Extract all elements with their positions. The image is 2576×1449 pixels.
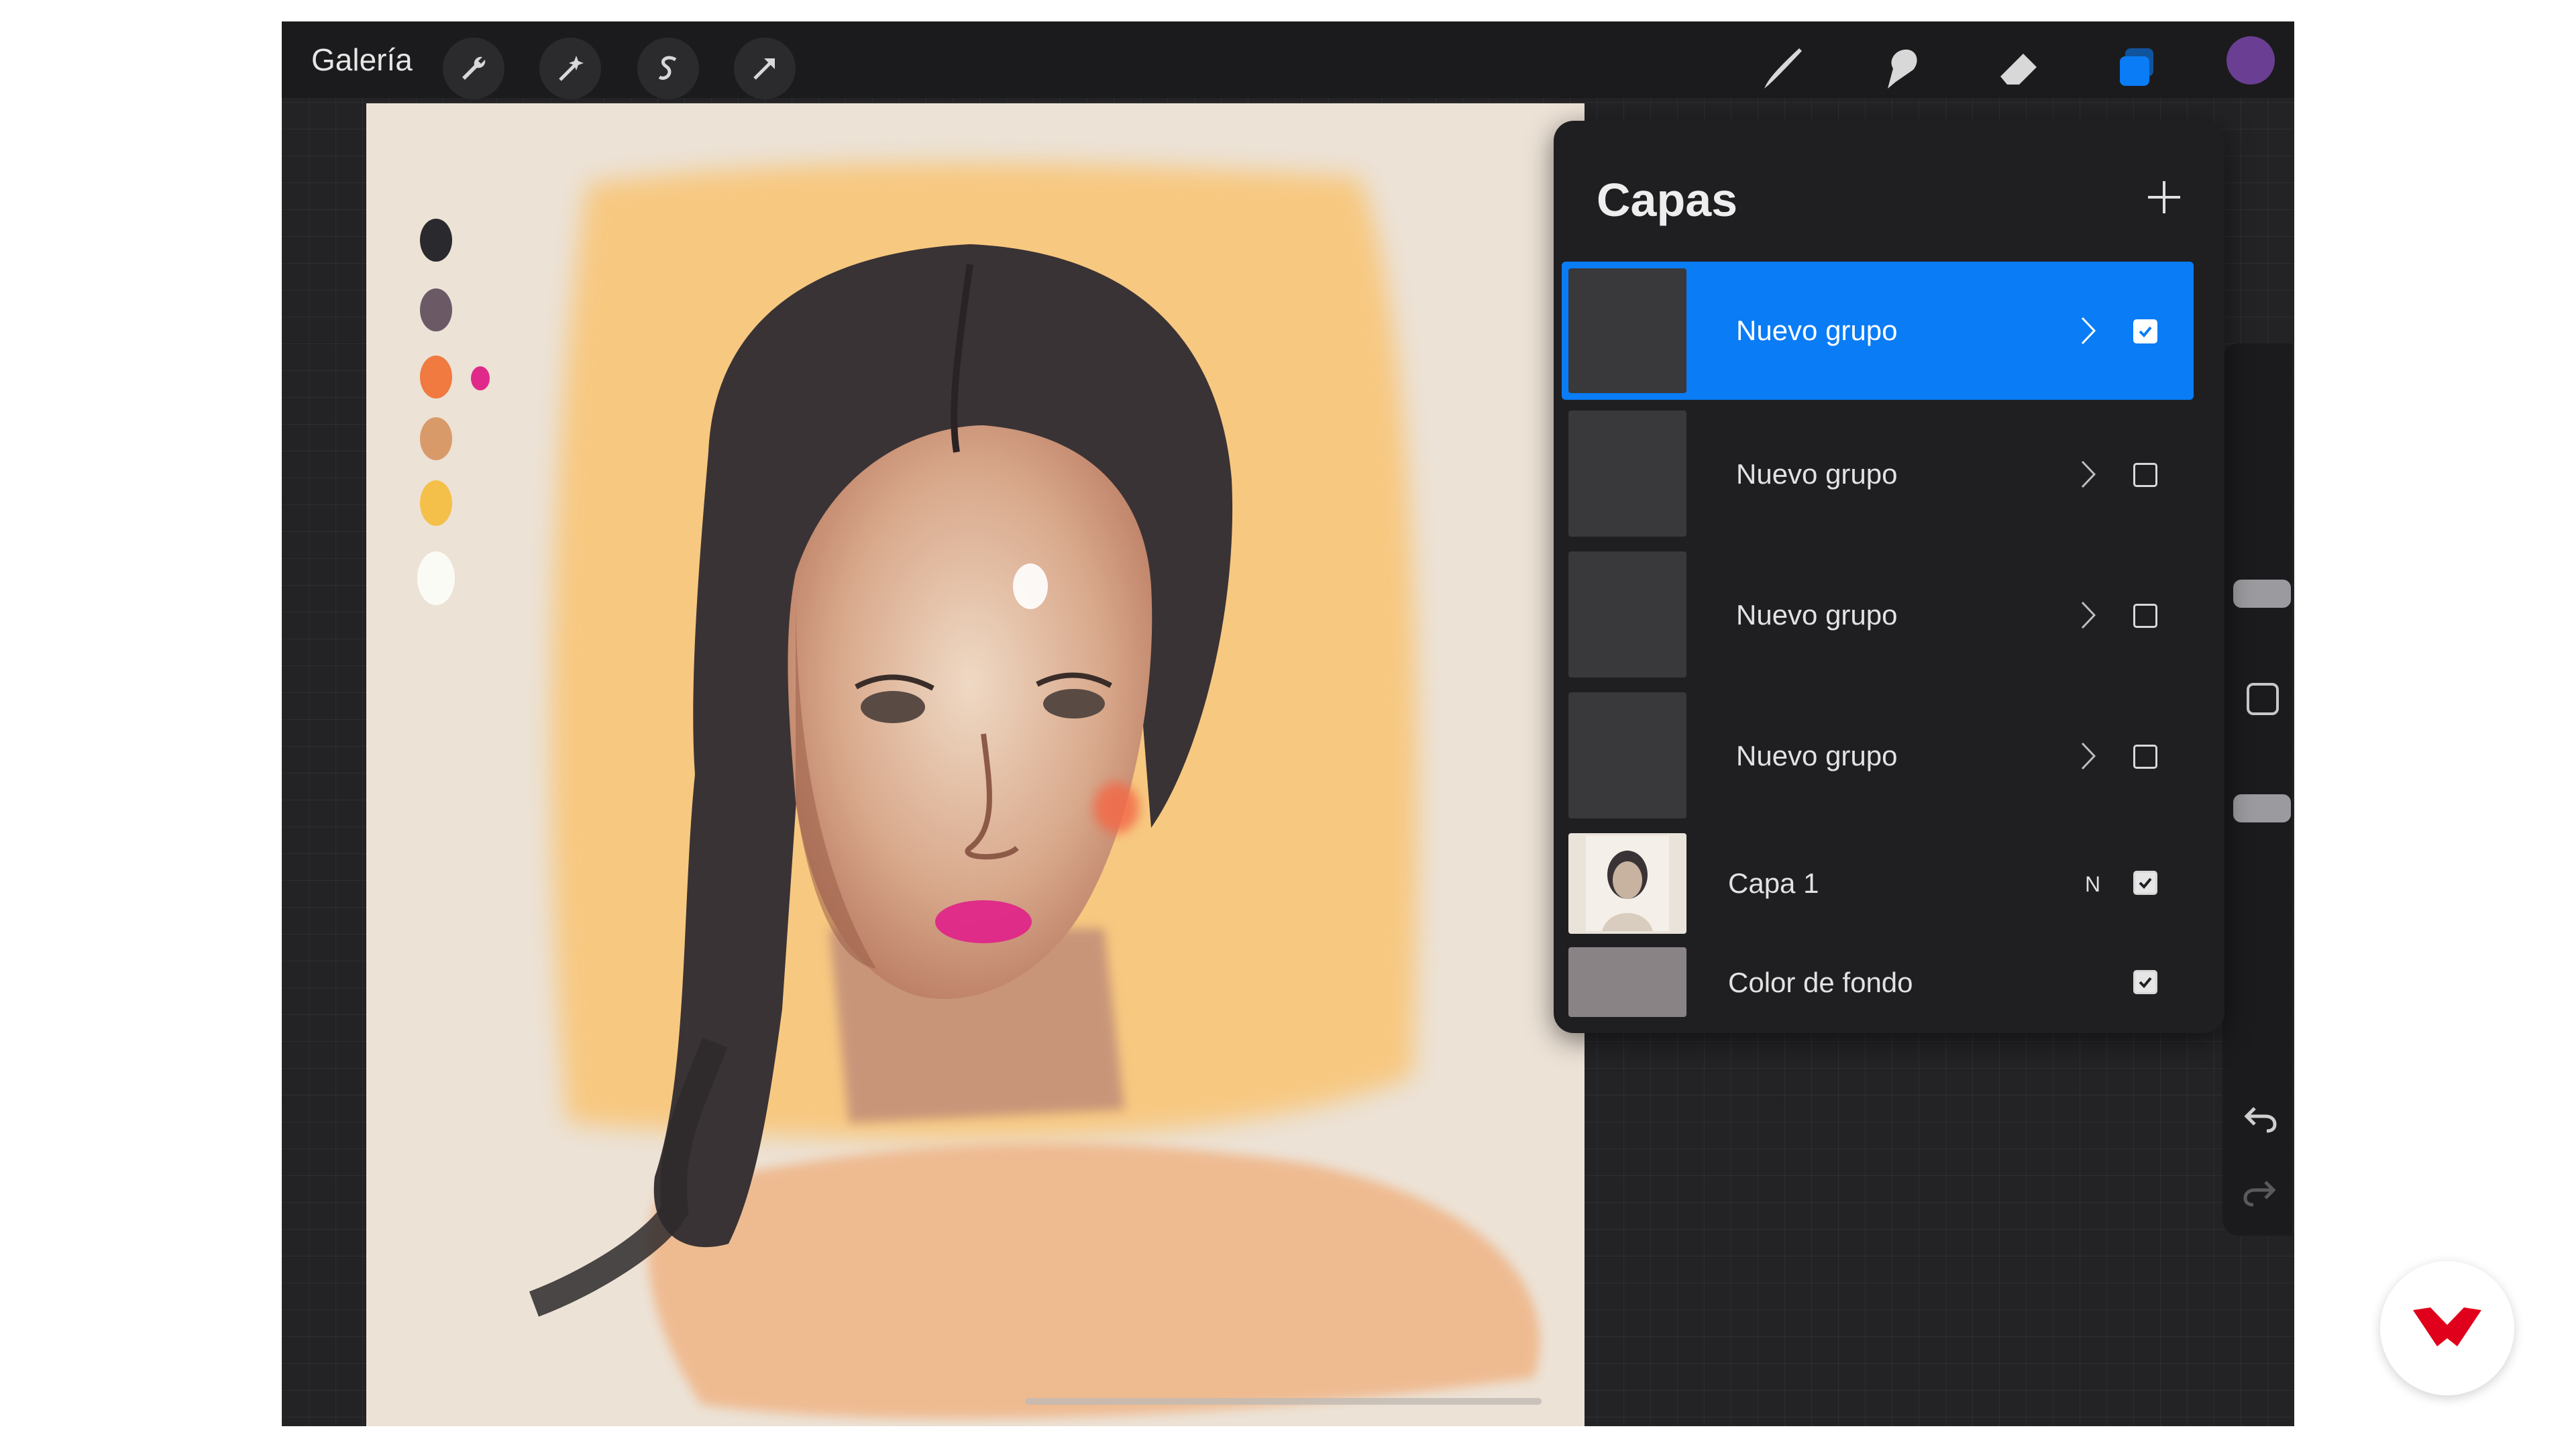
panel-title: Capas — [1597, 174, 1738, 226]
layer-row-capa-1[interactable]: Capa 1 N — [1562, 829, 2194, 936]
visibility-checkbox[interactable] — [2133, 745, 2157, 769]
current-color-swatch[interactable] — [2226, 36, 2275, 85]
layers-panel: Capas Nuevo grupo Nuevo grupo Nuevo grup… — [1554, 121, 2224, 1033]
layer-row-group-3[interactable]: Nuevo grupo — [1562, 547, 2194, 682]
plus-icon[interactable] — [2144, 177, 2184, 217]
magic-wand-icon[interactable] — [539, 38, 601, 99]
transform-arrow-icon[interactable] — [734, 38, 796, 99]
layer-name: Nuevo grupo — [1736, 740, 1898, 771]
visibility-checkbox[interactable] — [2133, 463, 2157, 487]
layer-name: Color de fondo — [1728, 967, 1913, 998]
eraser-icon[interactable] — [1990, 39, 2049, 98]
procreate-app: Galería Capas Nuevo grupo Nuevo grupo Nu… — [282, 21, 2294, 1426]
redo-icon[interactable] — [2241, 1173, 2279, 1210]
layer-name: Capa 1 — [1728, 867, 1819, 899]
layer-thumbnail — [1568, 268, 1686, 393]
undo-icon[interactable] — [2241, 1099, 2279, 1136]
right-sidebar — [2222, 343, 2292, 1236]
visibility-checkbox[interactable] — [2133, 871, 2157, 895]
smudge-icon[interactable] — [1870, 39, 1929, 98]
brush-icon[interactable] — [1752, 39, 1811, 98]
layer-name: Nuevo grupo — [1736, 315, 1898, 346]
layer-thumbnail — [1568, 551, 1686, 678]
artwork-illustration — [417, 162, 1540, 1419]
layer-name: Nuevo grupo — [1736, 599, 1898, 631]
chevron-right-icon[interactable] — [2078, 458, 2098, 491]
chevron-right-icon[interactable] — [2078, 739, 2098, 773]
layer-row-group-4[interactable]: Nuevo grupo — [1562, 688, 2194, 822]
visibility-checkbox[interactable] — [2133, 319, 2157, 343]
layer-row-background[interactable]: Color de fondo — [1562, 943, 2194, 1021]
selection-icon[interactable] — [637, 38, 699, 99]
home-indicator — [1025, 1398, 1542, 1405]
layer-row-group-1[interactable]: Nuevo grupo — [1562, 262, 2194, 400]
opacity-slider[interactable] — [2233, 794, 2291, 822]
brand-logo — [2380, 1261, 2514, 1395]
layers-icon[interactable] — [2108, 39, 2167, 98]
drawing-canvas[interactable] — [366, 103, 1585, 1426]
visibility-checkbox[interactable] — [2133, 970, 2157, 994]
top-toolbar: Galería — [282, 21, 2294, 99]
layer-thumbnail — [1568, 692, 1686, 818]
blend-mode-label[interactable]: N — [2085, 871, 2100, 898]
layer-name: Nuevo grupo — [1736, 458, 1898, 490]
modify-button[interactable] — [2247, 683, 2279, 715]
brand-mark-icon — [2413, 1307, 2481, 1346]
layer-row-group-2[interactable]: Nuevo grupo — [1562, 407, 2194, 541]
brush-size-slider[interactable] — [2233, 580, 2291, 608]
layer-thumbnail — [1568, 411, 1686, 537]
gallery-button[interactable]: Galería — [311, 40, 413, 79]
layer-thumbnail — [1568, 833, 1686, 934]
background-color-swatch[interactable] — [1568, 947, 1686, 1017]
chevron-right-icon[interactable] — [2078, 598, 2098, 632]
chevron-right-icon[interactable] — [2078, 314, 2098, 347]
portrait-thumbnail-icon — [1586, 836, 1669, 931]
visibility-checkbox[interactable] — [2133, 604, 2157, 628]
wrench-icon[interactable] — [443, 38, 504, 99]
